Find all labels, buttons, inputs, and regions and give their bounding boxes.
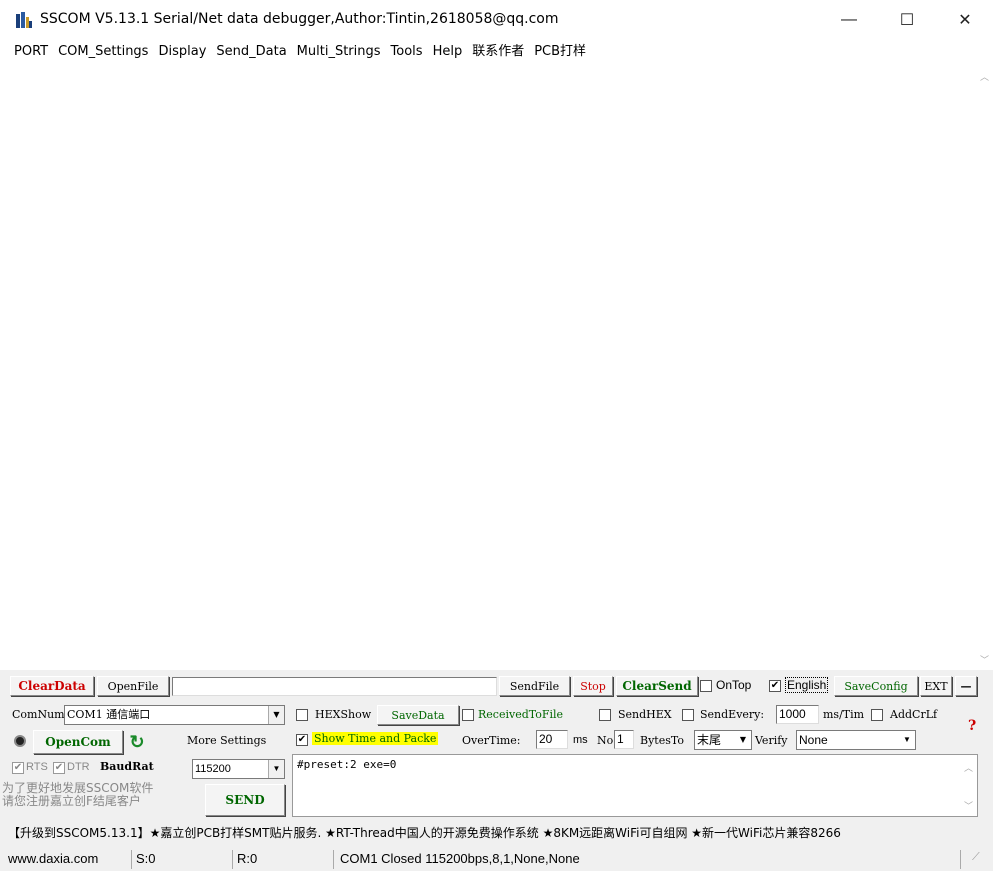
- more-settings-label[interactable]: More Settings: [187, 734, 266, 747]
- comnum-label: ComNum: [12, 708, 65, 721]
- status-divider: [232, 850, 233, 869]
- scroll-down-icon[interactable]: ﹀: [964, 799, 973, 812]
- no-label: No: [597, 734, 614, 747]
- title-bar: SSCOM V5.13.1 Serial/Net data debugger,A…: [0, 0, 993, 40]
- bytes-to-label: BytesTo: [640, 734, 684, 747]
- menu-pcb[interactable]: PCB打样: [534, 40, 586, 64]
- verify-value: None: [799, 733, 828, 747]
- sendhex-label: SendHEX: [618, 708, 672, 721]
- status-site[interactable]: www.daxia.com: [8, 851, 98, 866]
- menu-port[interactable]: PORT: [14, 40, 48, 64]
- rts-checkbox[interactable]: ✔: [12, 762, 24, 774]
- collapse-button[interactable]: —: [955, 676, 977, 696]
- send-text: #preset:2 exe=0: [297, 758, 397, 771]
- ms-tim-label: ms/Tim: [823, 708, 865, 721]
- sendhex-checkbox[interactable]: [599, 709, 611, 721]
- addcrlf-checkbox[interactable]: [871, 709, 883, 721]
- no-input[interactable]: 1: [614, 730, 634, 749]
- received-to-file-checkbox[interactable]: [462, 709, 474, 721]
- bytes-to-select[interactable]: 末尾 ▼: [694, 730, 752, 750]
- send-scrollbar[interactable]: ︿ ﹀: [960, 755, 977, 816]
- show-time-checkbox[interactable]: ✔: [296, 734, 308, 746]
- send-text-area[interactable]: #preset:2 exe=0 ︿ ﹀: [292, 754, 978, 817]
- window-title: SSCOM V5.13.1 Serial/Net data debugger,A…: [40, 11, 559, 27]
- overtime-input[interactable]: 20: [536, 730, 568, 749]
- minimize-button[interactable]: —: [826, 6, 872, 34]
- chevron-down-icon[interactable]: ▼: [735, 731, 751, 749]
- open-com-button[interactable]: OpenCom: [33, 730, 123, 754]
- menu-help[interactable]: Help: [433, 40, 463, 64]
- rts-label: RTS: [26, 761, 48, 773]
- overtime-label: OverTime:: [462, 734, 521, 747]
- send-button[interactable]: SEND: [205, 784, 285, 816]
- comnum-select[interactable]: COM1 通信端口 ▼: [64, 705, 285, 725]
- status-bar: www.daxia.com S:0 R:0 COM1 Closed 115200…: [0, 848, 993, 871]
- send-file-button[interactable]: SendFile: [499, 676, 570, 696]
- help-icon[interactable]: ?: [968, 718, 976, 734]
- refresh-icon[interactable]: ↻: [126, 730, 148, 754]
- send-every-checkbox[interactable]: [682, 709, 694, 721]
- clear-send-button[interactable]: ClearSend: [616, 676, 698, 696]
- maximize-button[interactable]: ☐: [884, 6, 930, 34]
- resize-grip-icon[interactable]: ⟋: [972, 851, 980, 864]
- ontop-label: OnTop: [716, 678, 752, 692]
- scroll-up-icon[interactable]: ︿: [964, 761, 973, 774]
- comnum-value: COM1 通信端口: [67, 708, 151, 721]
- menu-display[interactable]: Display: [158, 40, 206, 64]
- send-every-input[interactable]: 1000: [776, 705, 819, 724]
- menu-multi-strings[interactable]: Multi_Strings: [297, 40, 381, 64]
- menu-com-settings[interactable]: COM_Settings: [58, 40, 148, 64]
- received-to-file-label: ReceivedToFile: [478, 708, 564, 721]
- scroll-down-icon[interactable]: ﹀: [980, 653, 989, 666]
- baud-select[interactable]: 115200 ▼: [192, 759, 285, 779]
- status-port-state: COM1 Closed 115200bps,8,1,None,None: [340, 851, 580, 866]
- port-status-icon: [14, 735, 26, 747]
- control-panel: ClearData OpenFile SendFile Stop ClearSe…: [0, 670, 993, 848]
- chevron-down-icon[interactable]: ▼: [899, 731, 915, 749]
- addcrlf-label: AddCrLf: [890, 708, 938, 721]
- english-checkbox[interactable]: ✔: [769, 680, 781, 692]
- menu-contact-author[interactable]: 联系作者: [472, 40, 524, 64]
- show-time-label: Show Time and Packe: [312, 732, 439, 745]
- save-data-button[interactable]: SaveData: [377, 705, 459, 725]
- app-icon: [16, 12, 32, 28]
- receive-scrollbar[interactable]: ︿ ﹀: [976, 66, 993, 670]
- menu-bar: PORT COM_Settings Display Send_Data Mult…: [0, 40, 993, 64]
- close-button[interactable]: ✕: [942, 6, 988, 34]
- chevron-down-icon[interactable]: ▼: [268, 706, 284, 724]
- hexshow-label: HEXShow: [315, 708, 372, 721]
- baud-value: 115200: [195, 763, 231, 775]
- bytes-to-value: 末尾: [697, 733, 722, 747]
- hexshow-checkbox[interactable]: [296, 709, 308, 721]
- menu-send-data[interactable]: Send_Data: [216, 40, 286, 64]
- chevron-down-icon[interactable]: ▼: [268, 760, 284, 778]
- dtr-checkbox[interactable]: ✔: [53, 762, 65, 774]
- status-divider: [333, 850, 334, 869]
- baud-label: BaudRat: [100, 760, 154, 773]
- verify-label: Verify: [755, 734, 788, 747]
- dtr-label: DTR: [67, 761, 90, 773]
- status-divider: [131, 850, 132, 869]
- ms-label: ms: [573, 734, 588, 746]
- ext-button[interactable]: EXT: [920, 676, 952, 696]
- receive-area[interactable]: [0, 66, 993, 670]
- ticker-text[interactable]: 【升级到SSCOM5.13.1】★嘉立创PCB打样SMT贴片服务. ★RT-Th…: [0, 821, 993, 845]
- send-every-label: SendEvery:: [700, 708, 765, 721]
- status-sent: S:0: [136, 851, 156, 866]
- status-received: R:0: [237, 851, 258, 866]
- english-label: English: [785, 677, 829, 693]
- promo-text[interactable]: 为了更好地发展SSCOM软件 请您注册嘉立创F结尾客户: [2, 782, 202, 808]
- file-path-input[interactable]: [172, 677, 497, 696]
- ontop-checkbox[interactable]: [700, 680, 712, 692]
- stop-button[interactable]: Stop: [573, 676, 613, 696]
- status-divider: [960, 850, 961, 869]
- save-config-button[interactable]: SaveConfig: [834, 676, 918, 696]
- menu-tools[interactable]: Tools: [391, 40, 423, 64]
- verify-select[interactable]: None ▼: [796, 730, 916, 750]
- open-file-button[interactable]: OpenFile: [97, 676, 169, 696]
- scroll-up-icon[interactable]: ︿: [980, 70, 989, 83]
- clear-data-button[interactable]: ClearData: [10, 676, 94, 696]
